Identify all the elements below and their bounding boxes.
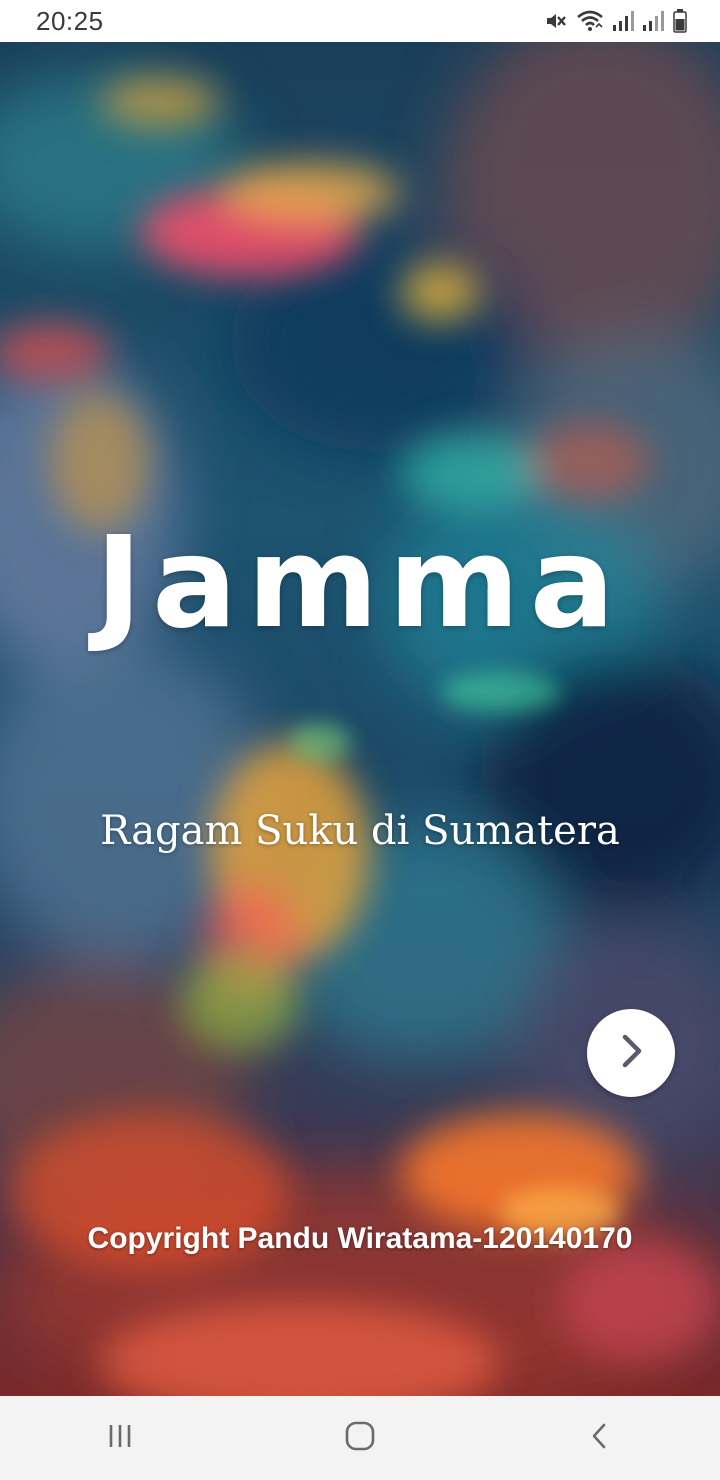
chevron-right-icon (611, 1031, 651, 1076)
back-button[interactable] (540, 1396, 660, 1480)
battery-icon (672, 8, 688, 34)
signal-icon (612, 9, 634, 33)
home-button[interactable] (300, 1396, 420, 1480)
status-icons (544, 8, 688, 34)
signal-icon (642, 9, 664, 33)
mute-icon (544, 9, 568, 33)
splash-screen: 20:25 Jamma Ragam Suku di Sumatera Copyr… (0, 0, 720, 1480)
navigation-bar (0, 1396, 720, 1480)
app-title: Jamma (95, 509, 625, 656)
background-art: Jamma Ragam Suku di Sumatera Copyright P… (0, 42, 720, 1396)
status-time: 20:25 (36, 5, 104, 36)
recent-apps-icon (105, 1421, 135, 1456)
next-button[interactable] (587, 1009, 675, 1097)
home-icon (344, 1420, 376, 1457)
status-bar: 20:25 (0, 0, 720, 42)
copyright-text: Copyright Pandu Wiratama-120140170 (87, 1222, 633, 1255)
recent-apps-button[interactable] (60, 1396, 180, 1480)
wifi-icon (576, 9, 604, 33)
nebula-background-image (0, 42, 720, 1396)
back-icon (585, 1421, 615, 1456)
app-subtitle: Ragam Suku di Sumatera (100, 808, 620, 854)
